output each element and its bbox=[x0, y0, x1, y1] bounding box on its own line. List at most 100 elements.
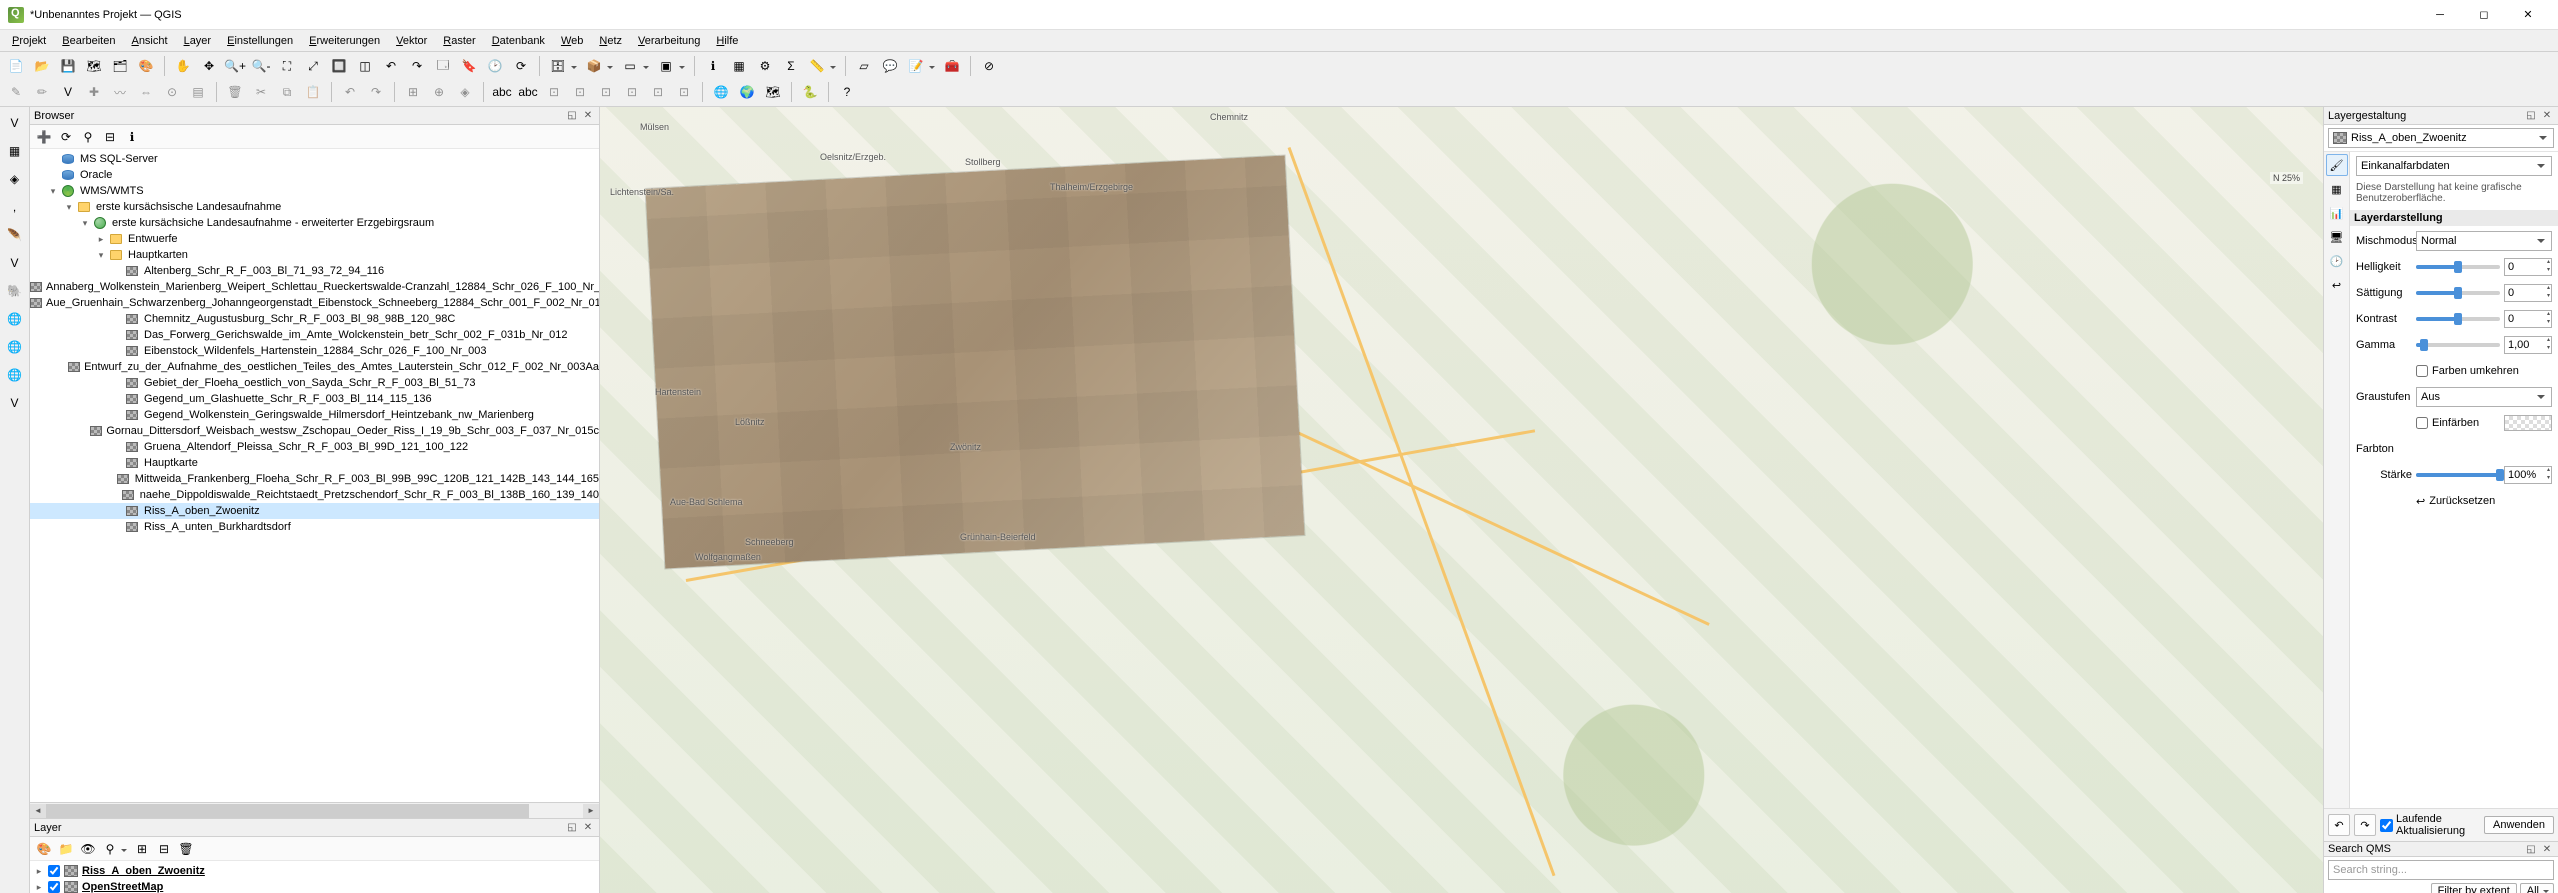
expand-icon[interactable]: ▸ bbox=[94, 234, 108, 245]
contrast-slider[interactable] bbox=[2416, 317, 2500, 321]
show-layout-manager-icon[interactable]: 🗂 bbox=[108, 54, 132, 78]
zoom-full-icon[interactable]: ⤢ bbox=[301, 54, 325, 78]
pan-to-selection-icon[interactable]: ✥ bbox=[197, 54, 221, 78]
add-wms-layer-icon[interactable]: 🌐 bbox=[3, 307, 27, 331]
menu-bearbeiten[interactable]: Bearbeiten bbox=[54, 33, 123, 49]
tree-item[interactable]: Eibenstock_Wildenfels_Hartenstein_12884_… bbox=[30, 343, 599, 359]
layer-visibility-checkbox[interactable] bbox=[48, 881, 60, 893]
identify-icon[interactable]: ℹ bbox=[701, 54, 725, 78]
expand-icon[interactable]: ▾ bbox=[46, 186, 60, 197]
menu-web[interactable]: Web bbox=[553, 33, 591, 49]
new-map-view-icon[interactable]: 🗔 bbox=[431, 54, 455, 78]
new-vector-layer-icon[interactable]: V bbox=[3, 111, 27, 135]
transparency-tab-icon[interactable]: ▦ bbox=[2326, 178, 2348, 200]
map-tips-icon[interactable]: 💬 bbox=[878, 54, 902, 78]
tree-item[interactable]: Riss_A_oben_Zwoenitz bbox=[30, 503, 599, 519]
tree-item[interactable]: Mittweida_Frankenberg_Floeha_Schr_R_F_00… bbox=[30, 471, 599, 487]
field-calculator-icon[interactable]: ⚙ bbox=[753, 54, 777, 78]
help-icon[interactable]: ? bbox=[835, 80, 859, 104]
tree-item[interactable]: Aue_Gruenhain_Schwarzenberg_Johanngeorge… bbox=[30, 295, 599, 311]
invert-colors-checkbox[interactable] bbox=[2416, 365, 2428, 377]
zoom-selection-icon[interactable]: 🔲 bbox=[327, 54, 351, 78]
tree-item[interactable]: Riss_A_unten_Burkhardtsdorf bbox=[30, 519, 599, 535]
menu-einstellungen[interactable]: Einstellungen bbox=[219, 33, 301, 49]
history-tab-icon[interactable]: ↩ bbox=[2326, 274, 2348, 296]
tree-item[interactable]: Gebiet_der_Floeha_oestlich_von_Sayda_Sch… bbox=[30, 375, 599, 391]
python-console-icon[interactable]: 🐍 bbox=[798, 80, 822, 104]
qms-basemap-icon[interactable]: 🌍 bbox=[735, 80, 759, 104]
tree-item[interactable]: ▸Entwuerfe bbox=[30, 231, 599, 247]
tree-item[interactable]: Hauptkarte bbox=[30, 455, 599, 471]
vector-layer-icon[interactable]: V bbox=[56, 80, 80, 104]
open-attribute-table-icon[interactable]: ▦ bbox=[727, 54, 751, 78]
scroll-left-icon[interactable]: ◄ bbox=[30, 804, 46, 818]
zoom-in-icon[interactable]: 🔍+ bbox=[223, 54, 247, 78]
gamma-spinbox[interactable]: 1,00 bbox=[2504, 336, 2552, 354]
tree-item[interactable]: Oracle bbox=[30, 167, 599, 183]
menu-projekt[interactable]: Projekt bbox=[4, 33, 54, 49]
expand-icon[interactable]: ▾ bbox=[78, 218, 92, 229]
tree-item[interactable]: ▾Hauptkarten bbox=[30, 247, 599, 263]
redo-style-button[interactable]: ↷ bbox=[2354, 814, 2376, 836]
contrast-spinbox[interactable]: 0 bbox=[2504, 310, 2552, 328]
pan-icon[interactable]: ✋ bbox=[171, 54, 195, 78]
new-spatialite-icon[interactable]: 🪶 bbox=[3, 223, 27, 247]
expand-all-icon[interactable]: ⊞ bbox=[132, 839, 152, 859]
add-layer-icon[interactable]: ➕ bbox=[34, 127, 54, 147]
tree-item[interactable]: Chemnitz_Augustusburg_Schr_R_F_003_Bl_98… bbox=[30, 311, 599, 327]
tree-item[interactable]: naehe_Dippoldiswalde_Reichtstaedt_Pretzs… bbox=[30, 487, 599, 503]
styling-layer-selector[interactable]: Riss_A_oben_Zwoenitz bbox=[2328, 128, 2554, 148]
menu-hilfe[interactable]: Hilfe bbox=[708, 33, 746, 49]
collapse-all-layers-icon[interactable]: ⊟ bbox=[154, 839, 174, 859]
filter-browser-icon[interactable]: ⚲ bbox=[78, 127, 98, 147]
minimize-button[interactable]: ─ bbox=[2418, 0, 2462, 30]
layer-item[interactable]: ▸Riss_A_oben_Zwoenitz bbox=[34, 863, 595, 879]
layers-undock-button[interactable]: ◱ bbox=[565, 821, 579, 835]
scroll-thumb[interactable] bbox=[46, 804, 529, 818]
menu-netz[interactable]: Netz bbox=[591, 33, 630, 49]
apply-button[interactable]: Anwenden bbox=[2484, 816, 2554, 834]
temporal-controller-icon[interactable]: 🕑 bbox=[483, 54, 507, 78]
menu-vektor[interactable]: Vektor bbox=[388, 33, 435, 49]
zoom-next-icon[interactable]: ↷ bbox=[405, 54, 429, 78]
styling-close-button[interactable]: ✕ bbox=[2540, 109, 2554, 123]
tree-item[interactable]: MS SQL-Server bbox=[30, 151, 599, 167]
statistical-summary-icon[interactable]: Σ bbox=[779, 54, 803, 78]
filter-legend-icon[interactable]: ⚲ bbox=[100, 839, 120, 859]
colorize-checkbox[interactable] bbox=[2416, 417, 2428, 429]
new-print-layout-icon[interactable]: 🗺 bbox=[82, 54, 106, 78]
browser-tree[interactable]: MS SQL-ServerOracle▾WMS/WMTS▾erste kursä… bbox=[30, 149, 599, 802]
qms-add-icon[interactable]: 🗺 bbox=[761, 80, 785, 104]
new-raster-layer-icon[interactable]: ▦ bbox=[3, 139, 27, 163]
symbology-tab-icon[interactable]: 🖌 bbox=[2326, 154, 2348, 176]
browser-close-button[interactable]: ✕ bbox=[581, 109, 595, 123]
tree-item[interactable]: ▾WMS/WMTS bbox=[30, 183, 599, 199]
tree-item[interactable]: Entwurf_zu_der_Aufnahme_des_oestlichen_T… bbox=[30, 359, 599, 375]
tree-item[interactable]: Gegend_Wolkenstein_Geringswalde_Hilmersd… bbox=[30, 407, 599, 423]
refresh-icon[interactable]: ⟳ bbox=[509, 54, 533, 78]
label-toolbar-2-icon[interactable]: abc bbox=[516, 80, 540, 104]
rendering-tab-icon[interactable]: 🖥 bbox=[2326, 226, 2348, 248]
expand-icon[interactable]: ▸ bbox=[34, 882, 44, 893]
data-source-manager-icon[interactable]: 🗄 bbox=[546, 54, 570, 78]
properties-widget-icon[interactable]: ℹ bbox=[122, 127, 142, 147]
collapse-all-icon[interactable]: ⊟ bbox=[100, 127, 120, 147]
zoom-native-icon[interactable]: ⛶ bbox=[275, 54, 299, 78]
menu-verarbeitung[interactable]: Verarbeitung bbox=[630, 33, 708, 49]
tree-item[interactable]: Das_Forwerg_Gerichswalde_im_Amte_Wolcken… bbox=[30, 327, 599, 343]
new-mesh-layer-icon[interactable]: ◈ bbox=[3, 167, 27, 191]
menu-datenbank[interactable]: Datenbank bbox=[484, 33, 553, 49]
add-xyz-layer-icon[interactable]: V bbox=[3, 391, 27, 415]
layer-visibility-checkbox[interactable] bbox=[48, 865, 60, 877]
save-project-icon[interactable]: 💾 bbox=[56, 54, 80, 78]
filter-by-extent-button[interactable]: Filter by extent bbox=[2431, 883, 2517, 893]
tree-item[interactable]: Gruena_Altendorf_Pleissa_Schr_R_F_003_Bl… bbox=[30, 439, 599, 455]
toolbox-icon[interactable]: 🧰 bbox=[940, 54, 964, 78]
add-pg-layer-icon[interactable]: 🐘 bbox=[3, 279, 27, 303]
filter-all-dropdown[interactable]: All bbox=[2520, 883, 2554, 893]
new-delimited-text-icon[interactable]: , bbox=[3, 195, 27, 219]
qms-close-button[interactable]: ✕ bbox=[2540, 842, 2554, 856]
qms-undock-button[interactable]: ◱ bbox=[2524, 842, 2538, 856]
saturation-spinbox[interactable]: 0 bbox=[2504, 284, 2552, 302]
tree-item[interactable]: Altenberg_Schr_R_F_003_Bl_71_93_72_94_11… bbox=[30, 263, 599, 279]
